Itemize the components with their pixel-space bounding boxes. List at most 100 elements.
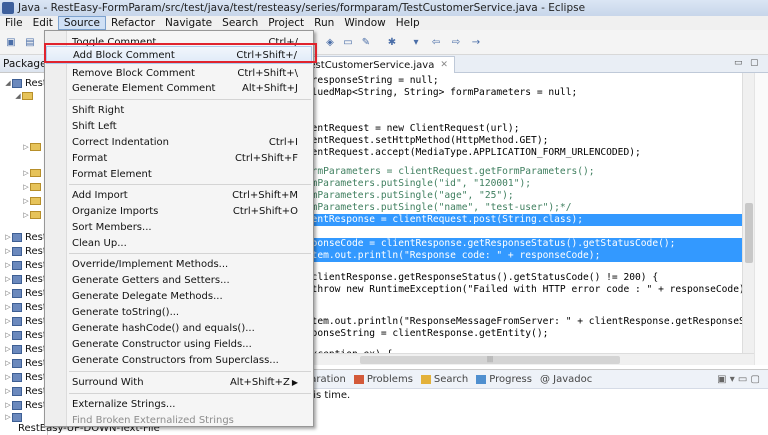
minimize-icon[interactable]: ▭ (734, 58, 746, 68)
expand-icon[interactable]: ▷ (4, 303, 12, 311)
expand-icon[interactable]: ◢ (14, 92, 22, 100)
expand-icon[interactable]: ▷ (4, 233, 12, 241)
tree-item[interactable]: ▷ Rest (4, 231, 47, 243)
tree-item[interactable]: ▷ Rest (4, 371, 47, 383)
code-line: g responseString = null; (300, 75, 439, 86)
project-icon (12, 232, 22, 242)
last-edit-icon[interactable]: → (468, 35, 484, 49)
scroll-thumb[interactable] (745, 203, 753, 263)
tree-item[interactable]: ▷ (22, 209, 41, 221)
tree-item[interactable]: ▷ Rest (4, 245, 47, 257)
highlight-annotation-box (44, 43, 317, 63)
window-title-bar: Java - RestEasy-FormParam/src/test/java/… (0, 0, 768, 16)
window-title: Java - RestEasy-FormParam/src/test/java/… (18, 2, 586, 14)
expand-icon[interactable]: ▷ (22, 183, 30, 191)
menu-item-surround-with[interactable]: Surround With Alt+Shift+Z ▶ (46, 373, 312, 391)
tree-item[interactable]: ▷ Rest (4, 301, 47, 313)
tab-problems[interactable]: Problems (353, 374, 413, 385)
tab-progress[interactable]: Progress (476, 374, 532, 385)
menu-item-format-element[interactable]: Format Element (46, 165, 312, 183)
tree-item[interactable]: ▷ Rest (4, 399, 47, 411)
expand-icon[interactable]: ▷ (4, 401, 12, 409)
expand-icon[interactable]: ▷ (4, 261, 12, 269)
tree-item[interactable]: ▷ Rest (4, 357, 47, 369)
tree-item[interactable]: ▷ (22, 181, 41, 193)
tree-item[interactable]: ▷ (22, 141, 41, 153)
expand-icon[interactable]: ▷ (4, 345, 12, 353)
tree-item[interactable]: ◢ Rest (4, 77, 47, 89)
menu-separator (69, 393, 311, 394)
menu-edit[interactable]: Edit (28, 16, 58, 30)
save-icon[interactable]: ▤ (22, 35, 38, 49)
new-icon[interactable]: ▣ (3, 35, 19, 49)
code-comment-line: ormParameters.putSingle("age", "25"); (300, 190, 514, 201)
edit-icon[interactable]: ✎ (358, 35, 374, 49)
expand-icon[interactable]: ◢ (4, 79, 12, 87)
tree-item[interactable]: ▷ Rest (4, 385, 47, 397)
menu-run[interactable]: Run (309, 16, 339, 30)
expand-icon[interactable]: ▷ (22, 169, 30, 177)
next-annotation-icon[interactable]: ▾ (408, 35, 424, 49)
menu-search[interactable]: Search (217, 16, 263, 30)
expand-icon[interactable]: ▷ (22, 143, 30, 151)
menu-window[interactable]: Window (339, 16, 390, 30)
menu-item-generate-constructors-superclass[interactable]: Generate Constructors from Superclass... (46, 351, 312, 369)
menu-project[interactable]: Project (263, 16, 309, 30)
back-icon[interactable]: ⇦ (428, 35, 444, 49)
menu-item-clean-up[interactable]: Clean Up... (46, 234, 312, 252)
menu-file[interactable]: File (0, 16, 28, 30)
bottom-view-tabs: claration Problems Search Progress @ Jav… (300, 369, 768, 389)
tree-item[interactable]: ▷ Rest (4, 343, 47, 355)
annotation-icon[interactable]: ✱ (384, 35, 400, 49)
code-comment-line: ormParameters.putSingle("name", "test-us… (300, 202, 572, 213)
maximize-icon[interactable]: ▢ (750, 58, 762, 68)
project-icon (12, 78, 22, 88)
expand-icon[interactable]: ▷ (4, 413, 12, 421)
tab-search[interactable]: Search (420, 374, 468, 385)
expand-icon[interactable]: ▷ (22, 197, 30, 205)
forward-icon[interactable]: ⇨ (448, 35, 464, 49)
code-comment-line: formParameters = clientRequest.getFormPa… (300, 166, 595, 177)
tree-item[interactable]: ▷ (4, 411, 25, 423)
expand-icon[interactable]: ▷ (4, 387, 12, 395)
open-type-icon[interactable]: ◈ (322, 35, 338, 49)
menu-separator (69, 184, 311, 185)
tree-item[interactable]: ▷ Rest (4, 259, 47, 271)
overview-ruler[interactable] (754, 73, 768, 365)
menu-navigate[interactable]: Navigate (160, 16, 217, 30)
menu-source[interactable]: Source (57, 16, 106, 30)
expand-icon[interactable]: ▷ (4, 247, 12, 255)
tree-item[interactable]: ▷ Rest (4, 315, 47, 327)
code-editor[interactable]: g responseString = null; ValuedMap<Strin… (300, 73, 742, 365)
tree-item[interactable]: ▷ Rest (4, 329, 47, 341)
code-line: lientRequest.setHttpMethod(HttpMethod.GE… (300, 135, 549, 146)
tree-item[interactable]: ▷ (22, 167, 41, 179)
expand-icon[interactable]: ▷ (22, 211, 30, 219)
expand-icon[interactable]: ▷ (4, 331, 12, 339)
menu-item-generate-element-comment[interactable]: Generate Element Comment Alt+Shift+J (46, 79, 312, 97)
tree-item[interactable]: ▷ Rest (4, 273, 47, 285)
close-icon[interactable]: ✕ (440, 60, 448, 70)
editor-vertical-scrollbar[interactable] (742, 73, 754, 365)
view-menu-icons[interactable]: ▣ ▾ ▭ ▢ (717, 374, 760, 385)
expand-icon[interactable]: ▷ (4, 373, 12, 381)
expand-icon[interactable]: ▷ (4, 317, 12, 325)
open-folder-icon[interactable]: ▭ (340, 35, 356, 49)
editor-horizontal-scrollbar[interactable]: ||| (300, 353, 754, 365)
tree-item[interactable]: ◢ (14, 90, 33, 102)
expand-icon[interactable]: ▷ (4, 275, 12, 283)
project-icon (12, 400, 22, 410)
tab-javadoc[interactable]: @ Javadoc (540, 374, 592, 385)
tab-testcustomerservice[interactable]: TestCustomerService.java ✕ (300, 56, 455, 73)
tree-item[interactable]: ▷ (22, 195, 41, 207)
search-icon (420, 374, 431, 384)
scroll-thumb[interactable]: ||| (360, 356, 620, 364)
tree-item[interactable]: ▷ Rest (4, 287, 47, 299)
menu-refactor[interactable]: Refactor (106, 16, 160, 30)
menu-separator (69, 371, 311, 372)
progress-icon (476, 374, 487, 384)
menu-help[interactable]: Help (391, 16, 425, 30)
expand-icon[interactable]: ▷ (4, 359, 12, 367)
expand-icon[interactable]: ▷ (4, 289, 12, 297)
code-line: lientRequest = new ClientRequest(url); (300, 123, 520, 134)
